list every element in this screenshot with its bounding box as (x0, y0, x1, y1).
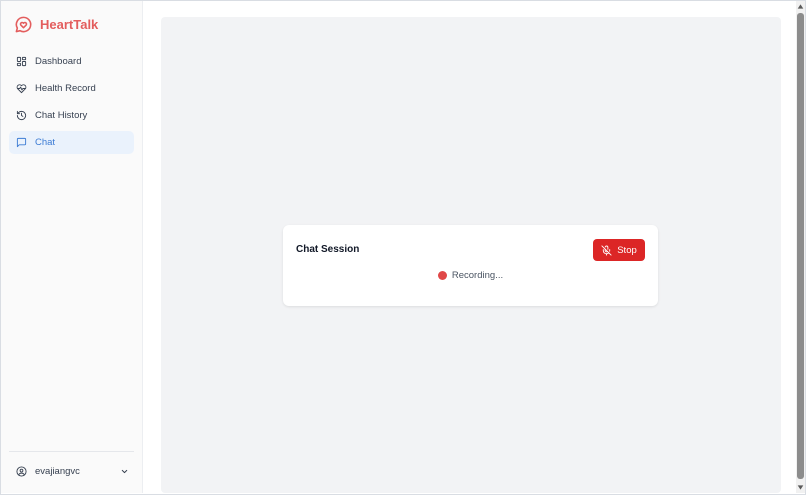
main-content: Chat Session Stop Recording... (143, 1, 796, 493)
sidebar-item-chat[interactable]: Chat (9, 131, 134, 154)
chat-bubble-icon (16, 137, 27, 148)
vertical-scrollbar[interactable] (796, 1, 805, 493)
stop-button-label: Stop (617, 244, 637, 256)
sidebar: HeartTalk Dashboard Health Record Chat H… (1, 1, 143, 493)
chat-canvas: Chat Session Stop Recording... (161, 17, 781, 493)
chevron-down-icon[interactable] (120, 467, 129, 476)
chat-session-card: Chat Session Stop Recording... (283, 225, 658, 306)
user-circle-icon (16, 465, 27, 477)
sidebar-divider (9, 451, 134, 452)
mic-off-icon (601, 244, 612, 256)
scroll-down-arrow-icon[interactable] (797, 484, 804, 491)
sidebar-item-label: Health Record (35, 83, 96, 94)
chat-session-title: Chat Session (296, 244, 360, 255)
heart-pulse-icon (16, 84, 27, 94)
recording-status-text: Recording... (451, 270, 504, 281)
scrollbar-thumb[interactable] (797, 13, 804, 479)
sidebar-item-label: Dashboard (35, 56, 82, 67)
sidebar-item-label: Chat (35, 137, 56, 148)
user-menu[interactable]: evajiangvc (16, 462, 129, 480)
sidebar-item-label: Chat History (35, 110, 88, 121)
heart-chat-logo-icon (15, 16, 32, 32)
dashboard-icon (16, 56, 27, 67)
scroll-up-arrow-icon[interactable] (797, 3, 804, 10)
sidebar-item-dashboard[interactable]: Dashboard (9, 50, 134, 73)
brand-name: HeartTalk (40, 16, 99, 32)
stop-button[interactable]: Stop (593, 239, 645, 261)
history-icon (16, 110, 27, 121)
recording-status: Recording... (283, 270, 658, 281)
sidebar-nav: Dashboard Health Record Chat History Cha… (9, 50, 134, 158)
brand[interactable]: HeartTalk (14, 13, 98, 35)
recording-dot-icon (437, 271, 447, 280)
sidebar-item-health-record[interactable]: Health Record (9, 77, 134, 100)
sidebar-item-chat-history[interactable]: Chat History (9, 104, 134, 127)
username: evajiangvc (35, 465, 80, 477)
